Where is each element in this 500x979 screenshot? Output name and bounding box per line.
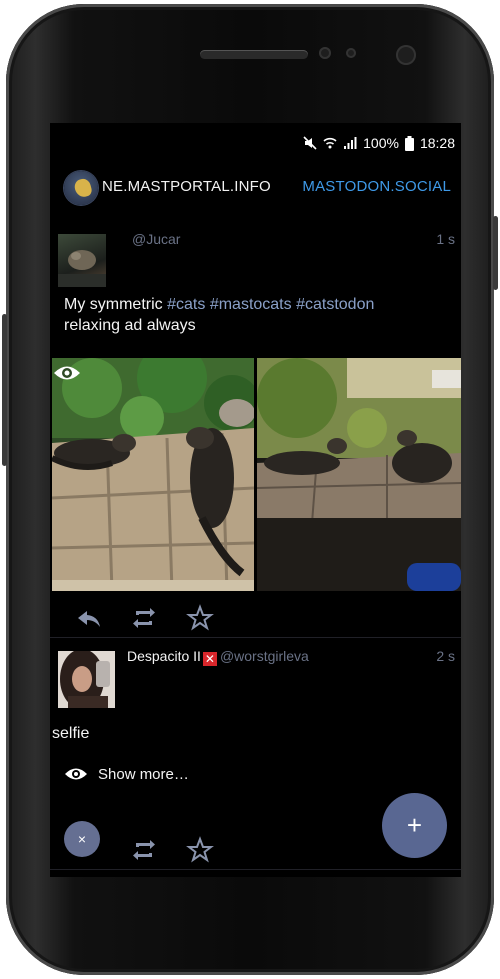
post-2-handle[interactable]: @worstgirleva bbox=[220, 648, 309, 664]
post-divider-2 bbox=[50, 869, 461, 870]
boost-icon[interactable] bbox=[129, 835, 159, 865]
status-bar: 100% 18:28 bbox=[303, 135, 455, 151]
favourite-icon[interactable] bbox=[185, 603, 215, 633]
post-divider bbox=[50, 637, 461, 638]
plus-icon: + bbox=[406, 810, 423, 840]
post-1-handle[interactable]: @Jucar bbox=[132, 231, 180, 247]
volume-button bbox=[2, 314, 7, 466]
post-1-time: 1 s bbox=[436, 231, 455, 247]
signal-icon bbox=[344, 137, 357, 149]
battery-percent: 100% bbox=[363, 135, 399, 151]
post-2-display-name[interactable]: Despacito II bbox=[127, 648, 201, 664]
eye-icon bbox=[65, 768, 87, 780]
post-1-media-1[interactable] bbox=[52, 358, 254, 591]
dismiss-icon: × bbox=[77, 831, 87, 847]
hashtag-cats[interactable]: #cats bbox=[167, 296, 205, 313]
favourite-icon[interactable] bbox=[185, 835, 215, 865]
post-1-avatar[interactable] bbox=[58, 234, 106, 287]
compose-button[interactable]: + bbox=[382, 793, 447, 858]
post-1-media-2[interactable] bbox=[257, 358, 461, 591]
red-x-emoji-icon: ✕ bbox=[202, 652, 217, 666]
show-more-label: Show more… bbox=[98, 765, 189, 783]
post-2-author[interactable]: Despacito II ✕ @worstgirleva bbox=[127, 648, 309, 666]
post-2-time: 2 s bbox=[436, 648, 455, 664]
reply-icon[interactable] bbox=[74, 603, 104, 633]
show-more-button[interactable]: Show more… bbox=[64, 763, 189, 785]
instance-title[interactable]: NE.MASTPORTAL.INFO bbox=[102, 178, 271, 195]
sensor-dot bbox=[346, 48, 356, 58]
mute-icon bbox=[303, 136, 317, 150]
app-screen: 100% 18:28 NE.MASTPORTAL.INFO MASTODON.S… bbox=[50, 123, 461, 877]
clock: 18:28 bbox=[419, 135, 455, 151]
app-bar: NE.MASTPORTAL.INFO MASTODON.SOCIAL bbox=[50, 167, 461, 211]
hashtag-catstodon[interactable]: #catstodon bbox=[296, 296, 374, 313]
front-camera bbox=[396, 45, 416, 65]
post-1-actions bbox=[50, 603, 461, 635]
notification-bubble[interactable]: × bbox=[64, 821, 100, 857]
wifi-icon bbox=[323, 137, 337, 149]
boost-icon[interactable] bbox=[129, 603, 159, 633]
post-2-avatar[interactable] bbox=[58, 651, 115, 708]
battery-icon bbox=[404, 135, 414, 151]
eye-icon[interactable] bbox=[52, 363, 82, 383]
hashtag-mastocats[interactable]: #mastocats bbox=[210, 296, 292, 313]
post-2-content: selfie bbox=[52, 725, 90, 742]
instance-avatar[interactable] bbox=[64, 171, 98, 205]
switch-instance-link[interactable]: MASTODON.SOCIAL bbox=[302, 178, 451, 195]
post-1-text-end: relaxing ad always bbox=[64, 317, 196, 334]
power-button bbox=[493, 216, 498, 290]
post-1-content: My symmetric #cats #mastocats #catstodon… bbox=[64, 294, 454, 336]
proximity-sensor bbox=[319, 47, 331, 59]
earpiece-speaker bbox=[200, 50, 308, 59]
phone-frame: 100% 18:28 NE.MASTPORTAL.INFO MASTODON.S… bbox=[2, 4, 498, 975]
post-1-text: My symmetric bbox=[64, 296, 168, 313]
